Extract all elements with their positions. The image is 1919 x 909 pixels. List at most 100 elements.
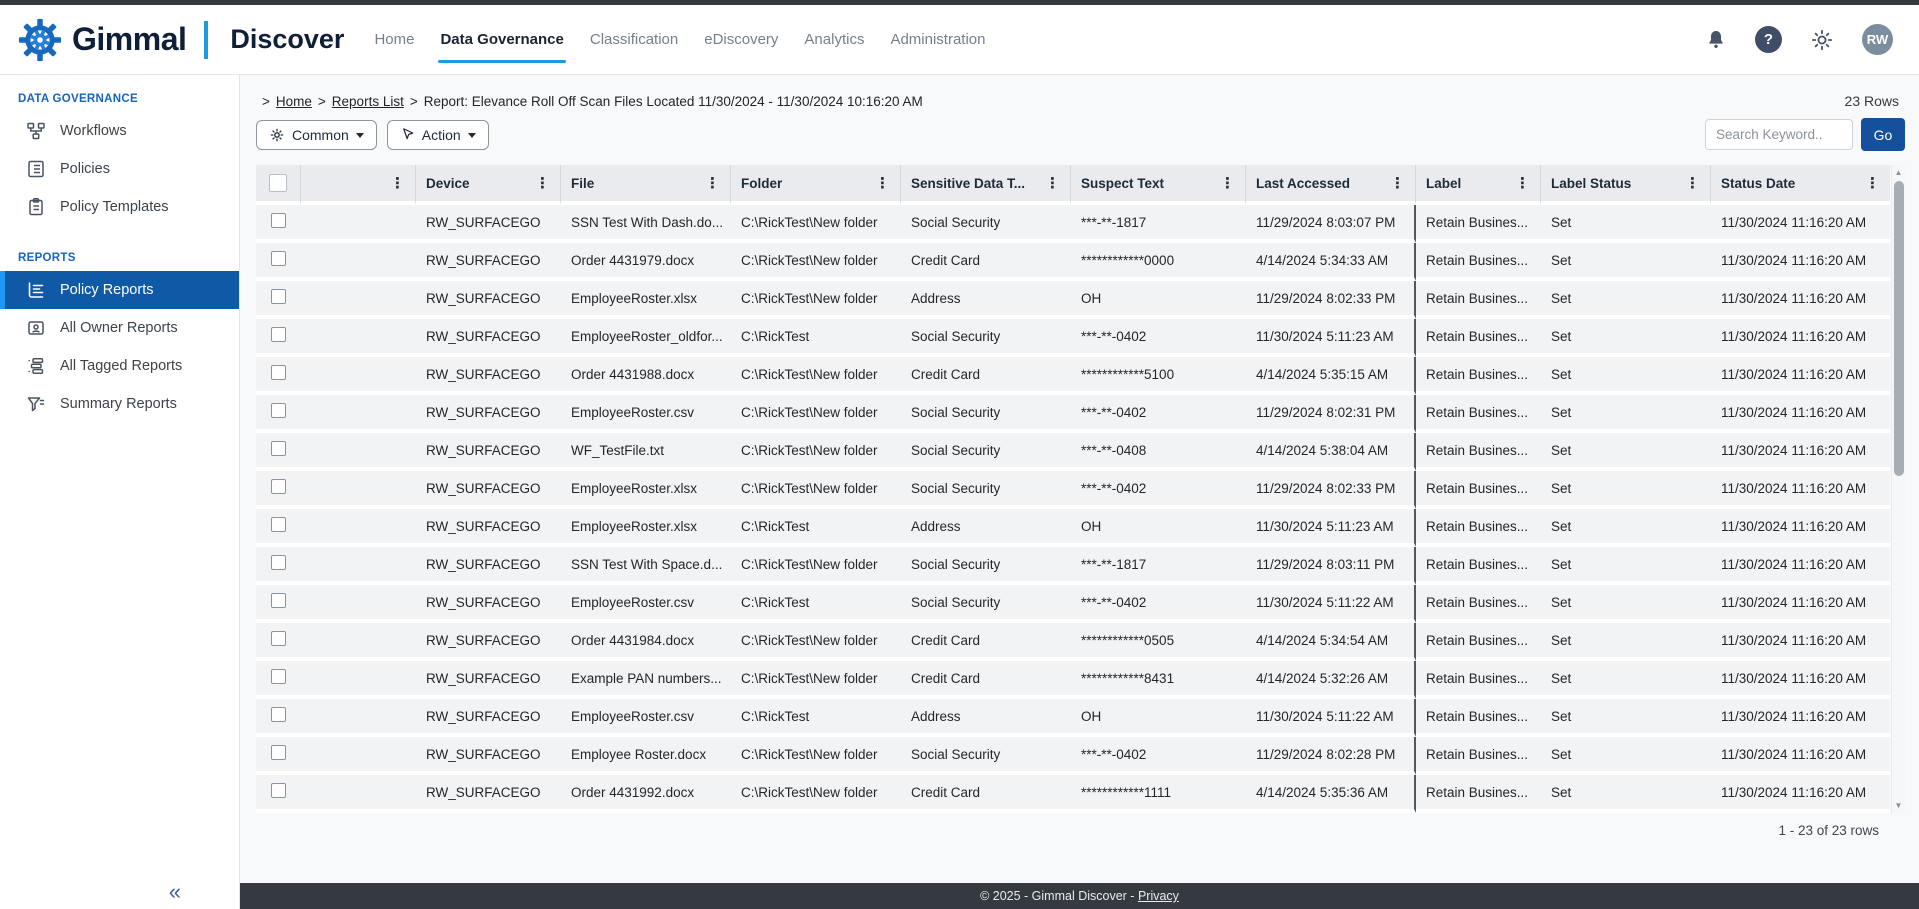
cell-label-status: Set	[1541, 395, 1711, 433]
policies-list-icon	[26, 159, 46, 179]
row-checkbox[interactable]	[271, 479, 286, 494]
cell-sensitive-data-type: Social Security	[901, 471, 1071, 509]
row-checkbox[interactable]	[271, 289, 286, 304]
column-menu-icon[interactable]: ⋮	[1388, 174, 1407, 192]
row-checkbox[interactable]	[271, 213, 286, 228]
nav-ediscovery[interactable]: eDiscovery	[704, 5, 778, 74]
filter-funnel-icon	[26, 394, 46, 414]
cell-last-accessed: 11/29/2024 8:02:28 PM	[1246, 737, 1416, 775]
cell-sensitive-data-type: Social Security	[901, 433, 1071, 471]
sidebar-item-policies[interactable]: Policies	[0, 150, 239, 188]
column-menu-icon[interactable]: ⋮	[1683, 174, 1702, 192]
sidebar-item-all-owner-reports[interactable]: All Owner Reports	[0, 309, 239, 347]
common-button-label: Common	[292, 127, 349, 143]
footer-copyright: © 2025 - Gimmal Discover -	[980, 889, 1134, 903]
row-checkbox[interactable]	[271, 251, 286, 266]
row-checkbox[interactable]	[271, 631, 286, 646]
cell-label: Retain Busines...	[1416, 433, 1541, 471]
row-checkbox[interactable]	[271, 365, 286, 380]
row-checkbox[interactable]	[271, 403, 286, 418]
nav-data-governance[interactable]: Data Governance	[440, 5, 563, 74]
sidebar-item-workflows[interactable]: Workflows	[0, 112, 239, 150]
cell-folder: C:\RickTest\New folder	[731, 243, 901, 281]
nav-home[interactable]: Home	[374, 5, 414, 74]
nav-administration[interactable]: Administration	[890, 5, 985, 74]
help-icon[interactable]: ?	[1755, 26, 1782, 53]
column-menu-icon[interactable]: ⋮	[1218, 174, 1237, 192]
column-menu-icon[interactable]: ⋮	[1863, 174, 1882, 192]
go-button[interactable]: Go	[1861, 118, 1905, 151]
cell-label-status: Set	[1541, 775, 1711, 813]
brand-product: Discover	[230, 24, 344, 55]
sidebar-item-label: Policies	[60, 161, 110, 177]
action-dropdown-button[interactable]: Action	[387, 120, 489, 150]
cell-suspect-text: ************5100	[1071, 357, 1246, 395]
workflow-icon	[26, 121, 46, 141]
row-checkbox[interactable]	[271, 669, 286, 684]
nav-classification[interactable]: Classification	[590, 5, 678, 74]
cell-suspect-text: ************0000	[1071, 243, 1246, 281]
scroll-down-icon[interactable]: ▼	[1892, 801, 1905, 810]
cell-sensitive-data-type: Social Security	[901, 319, 1071, 357]
column-menu-icon[interactable]: ⋮	[388, 174, 407, 192]
sidebar-item-summary-reports[interactable]: Summary Reports	[0, 385, 239, 423]
sidebar-collapse-button[interactable]: «	[169, 881, 181, 903]
settings-gear-icon[interactable]	[1809, 27, 1835, 53]
scrollbar-thumb[interactable]	[1894, 181, 1904, 476]
search-input[interactable]	[1705, 119, 1853, 150]
common-dropdown-button[interactable]: Common	[256, 120, 377, 150]
cell-status-date: 11/30/2024 11:16:20 AM	[1711, 547, 1890, 585]
column-label-label-status: Label Status	[1551, 176, 1631, 191]
sidebar-item-label: Policy Templates	[60, 199, 169, 215]
cell-blank	[301, 357, 416, 395]
cell-label: Retain Busines...	[1416, 281, 1541, 319]
row-checkbox[interactable]	[271, 441, 286, 456]
cell-label: Retain Busines...	[1416, 547, 1541, 585]
column-menu-icon[interactable]: ⋮	[533, 174, 552, 192]
column-menu-icon[interactable]: ⋮	[1043, 174, 1062, 192]
breadcrumb-reports-list-link[interactable]: Reports List	[332, 94, 404, 109]
row-checkbox[interactable]	[271, 517, 286, 532]
bell-icon[interactable]	[1704, 28, 1728, 52]
cell-folder: C:\RickTest\New folder	[731, 661, 901, 699]
cell-label: Retain Busines...	[1416, 623, 1541, 661]
column-menu-icon[interactable]: ⋮	[873, 174, 892, 192]
privacy-link[interactable]: Privacy	[1138, 889, 1179, 903]
table-row: RW_SURFACEGO Order 4431988.docx C:\RickT…	[256, 357, 1890, 395]
table-body: RW_SURFACEGO SSN Test With Dash.do... C:…	[256, 205, 1890, 813]
row-checkbox[interactable]	[271, 327, 286, 342]
scroll-up-icon[interactable]: ▲	[1892, 168, 1905, 177]
cell-device: RW_SURFACEGO	[416, 281, 561, 319]
cell-label-status: Set	[1541, 433, 1711, 471]
column-menu-icon[interactable]: ⋮	[703, 174, 722, 192]
sidebar: DATA GOVERNANCE Workflows Policies	[0, 75, 240, 909]
brand-logo[interactable]: Gimmal Discover	[18, 18, 344, 62]
sidebar-item-policy-templates[interactable]: Policy Templates	[0, 188, 239, 226]
nav-analytics[interactable]: Analytics	[804, 5, 864, 74]
cell-file: EmployeeRoster.csv	[561, 699, 731, 737]
row-checkbox[interactable]	[271, 745, 286, 760]
sidebar-item-policy-reports[interactable]: Policy Reports	[0, 271, 239, 309]
row-checkbox[interactable]	[271, 593, 286, 608]
tag-stack-icon	[26, 356, 46, 376]
row-checkbox[interactable]	[271, 707, 286, 722]
cell-sensitive-data-type: Social Security	[901, 547, 1071, 585]
table-row: RW_SURFACEGO EmployeeRoster.xlsx C:\Rick…	[256, 281, 1890, 319]
select-all-checkbox[interactable]	[269, 174, 287, 192]
cell-file: SSN Test With Dash.do...	[561, 205, 731, 243]
cell-status-date: 11/30/2024 11:16:20 AM	[1711, 623, 1890, 661]
cell-blank	[301, 623, 416, 661]
cell-status-date: 11/30/2024 11:16:20 AM	[1711, 661, 1890, 699]
column-menu-icon[interactable]: ⋮	[1513, 174, 1532, 192]
row-checkbox[interactable]	[271, 555, 286, 570]
brand-name: Gimmal	[72, 21, 186, 58]
cell-label-status: Set	[1541, 509, 1711, 547]
cell-file: Order 4431992.docx	[561, 775, 731, 813]
cell-label: Retain Busines...	[1416, 661, 1541, 699]
table-row: RW_SURFACEGO EmployeeRoster.csv C:\RickT…	[256, 699, 1890, 737]
vertical-scrollbar[interactable]: ▲ ▼	[1891, 165, 1905, 813]
breadcrumb-home-link[interactable]: Home	[276, 94, 312, 109]
sidebar-item-all-tagged-reports[interactable]: All Tagged Reports	[0, 347, 239, 385]
user-avatar[interactable]: RW	[1862, 24, 1893, 55]
row-checkbox[interactable]	[271, 783, 286, 798]
